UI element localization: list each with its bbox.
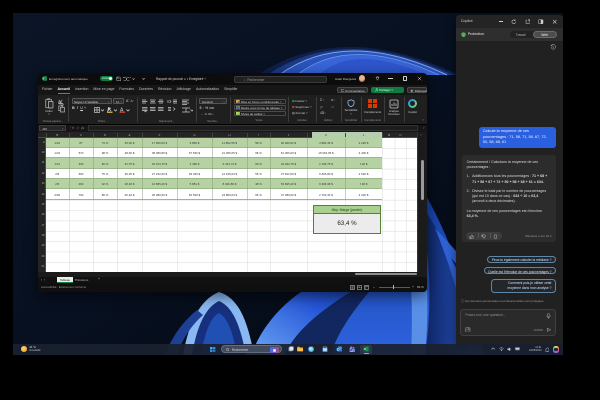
svg-text:X: X: [364, 347, 366, 351]
